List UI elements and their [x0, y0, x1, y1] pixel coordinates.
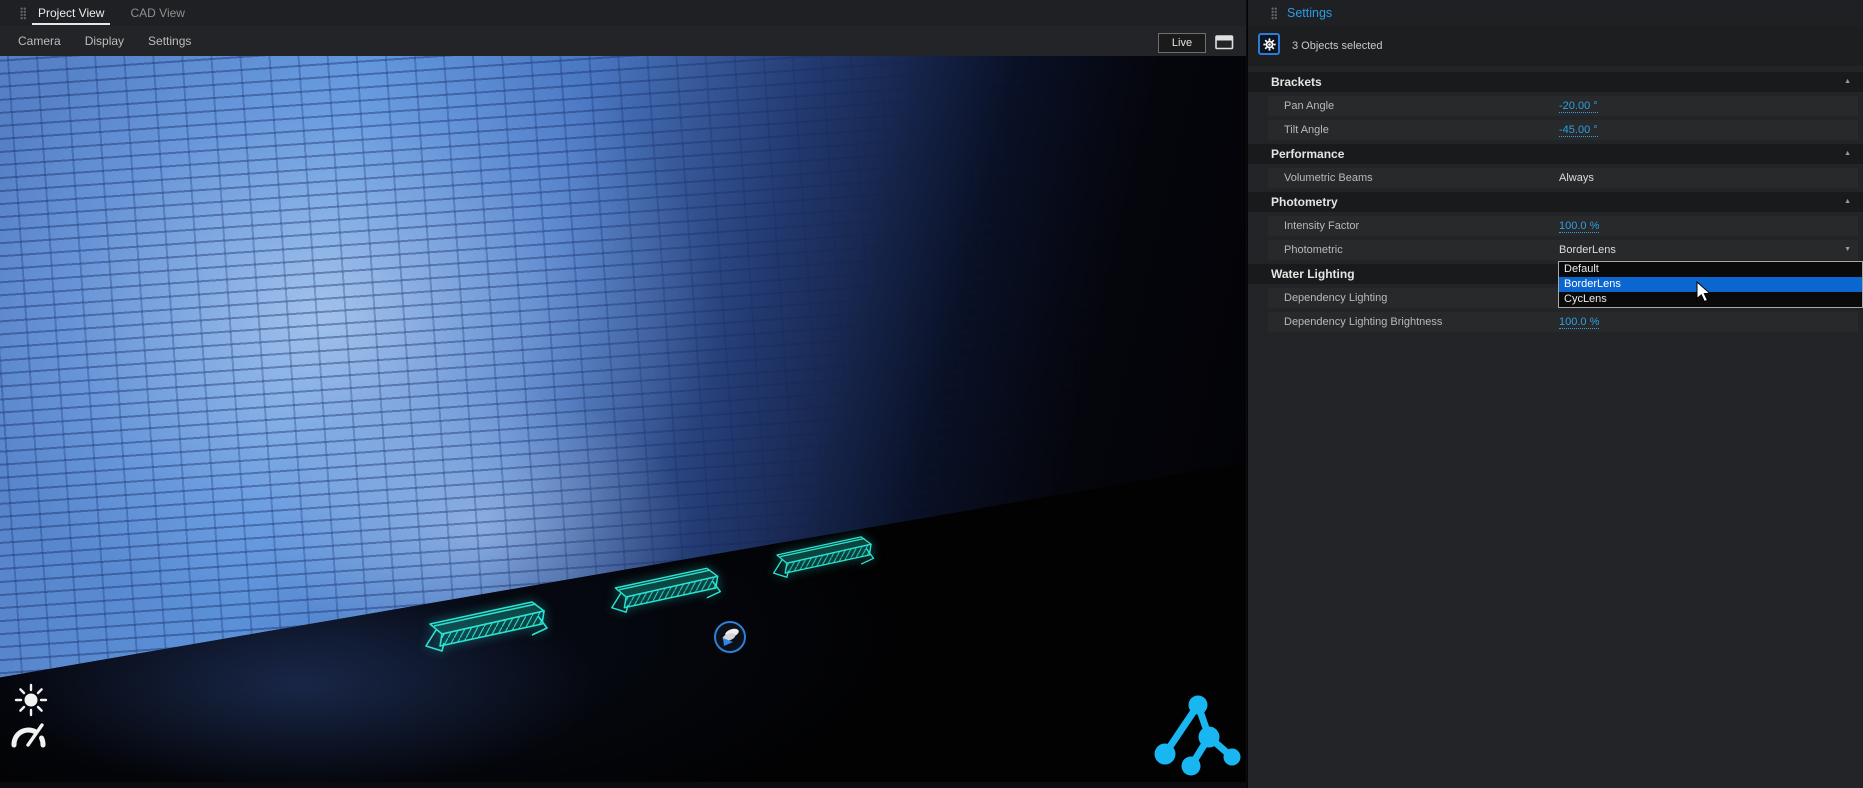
view-tab-bar: Project View CAD View [0, 0, 1246, 26]
monitor-icon[interactable] [1215, 35, 1234, 50]
menu-display[interactable]: Display [85, 34, 124, 48]
light-fixture-1[interactable] [424, 594, 550, 654]
selection-status: 3 Objects selected [1292, 26, 1383, 66]
live-button[interactable]: Live [1158, 33, 1206, 53]
collapse-arrow-icon[interactable]: ▲ [1844, 72, 1851, 92]
3d-viewport[interactable] [0, 56, 1246, 782]
property-label: Dependency Lighting Brightness [1268, 316, 1559, 328]
property-row-volumetric-beams: Volumetric BeamsAlways [1268, 168, 1858, 188]
gear-icon [1263, 38, 1276, 51]
property-value-tilt-angle[interactable]: -45.00 ° [1559, 124, 1598, 137]
object-settings-button[interactable] [1258, 33, 1280, 55]
property-label: Volumetric Beams [1268, 172, 1559, 184]
section-header-brackets[interactable]: Brackets ▲ [1248, 72, 1863, 92]
panel-title[interactable]: Settings [1287, 6, 1332, 20]
section-header-performance[interactable]: Performance ▲ [1248, 144, 1863, 164]
section-title: Photometry [1271, 195, 1338, 209]
mouse-cursor [1696, 281, 1712, 303]
property-value-dependency-lighting-brightness[interactable]: 100.0 % [1559, 316, 1599, 329]
settings-panel: Settings 3 Objects selected Brackets ▲ Pan… [1247, 0, 1863, 788]
tab-cad-view[interactable]: CAD View [128, 0, 186, 26]
sun-icon[interactable] [13, 682, 49, 718]
viewport-menu-bar: Camera Display Settings Live [0, 26, 1246, 56]
property-label: Pan Angle [1268, 100, 1559, 112]
property-row-pan-angle: Pan Angle-20.00 ° [1268, 96, 1858, 116]
dropdown-option-default[interactable]: Default [1559, 262, 1862, 277]
section-title: Brackets [1271, 75, 1322, 89]
property-row-tilt-angle: Tilt Angle-45.00 ° [1268, 120, 1858, 140]
menu-camera[interactable]: Camera [18, 34, 61, 48]
application-window: Project View CAD View Camera Display Set… [0, 0, 1863, 788]
drag-handle-icon[interactable] [1271, 7, 1277, 20]
menu-settings[interactable]: Settings [148, 34, 191, 48]
light-fixture-2[interactable] [610, 561, 723, 615]
property-label: Tilt Angle [1268, 124, 1559, 136]
property-row-photometric: PhotometricBorderLens ▼ [1268, 240, 1858, 260]
property-value-photometric[interactable]: BorderLens [1559, 244, 1616, 256]
property-value-volumetric-beams[interactable]: Always [1559, 172, 1594, 184]
property-label: Photometric [1268, 244, 1559, 256]
fixture-hub-icon[interactable] [713, 620, 747, 654]
property-label: Intensity Factor [1268, 220, 1559, 232]
selection-row: 3 Objects selected [1248, 26, 1863, 66]
property-label: Dependency Lighting [1268, 292, 1559, 304]
gauge-icon[interactable] [8, 717, 48, 751]
section-header-photometry[interactable]: Photometry ▲ [1248, 192, 1863, 212]
property-value-pan-angle[interactable]: -20.00 ° [1559, 100, 1598, 113]
section-title: Performance [1271, 147, 1344, 161]
node-graph-logo [1152, 694, 1244, 782]
drag-handle-icon[interactable] [20, 7, 26, 20]
collapse-arrow-icon[interactable]: ▲ [1844, 144, 1851, 164]
dropdown-arrow-icon[interactable]: ▼ [1844, 240, 1851, 260]
light-fixture-3[interactable] [772, 530, 876, 580]
collapse-arrow-icon[interactable]: ▲ [1844, 192, 1851, 212]
property-row-dependency-lighting-brightness: Dependency Lighting Brightness100.0 % [1268, 312, 1858, 332]
tab-project-view[interactable]: Project View [36, 0, 106, 26]
section-title: Water Lighting [1271, 267, 1355, 281]
property-value-intensity-factor[interactable]: 100.0 % [1559, 220, 1599, 233]
settings-panel-header: Settings [1248, 0, 1863, 26]
property-row-intensity-factor: Intensity Factor100.0 % [1268, 216, 1858, 236]
viewport-pane: Project View CAD View Camera Display Set… [0, 0, 1246, 788]
